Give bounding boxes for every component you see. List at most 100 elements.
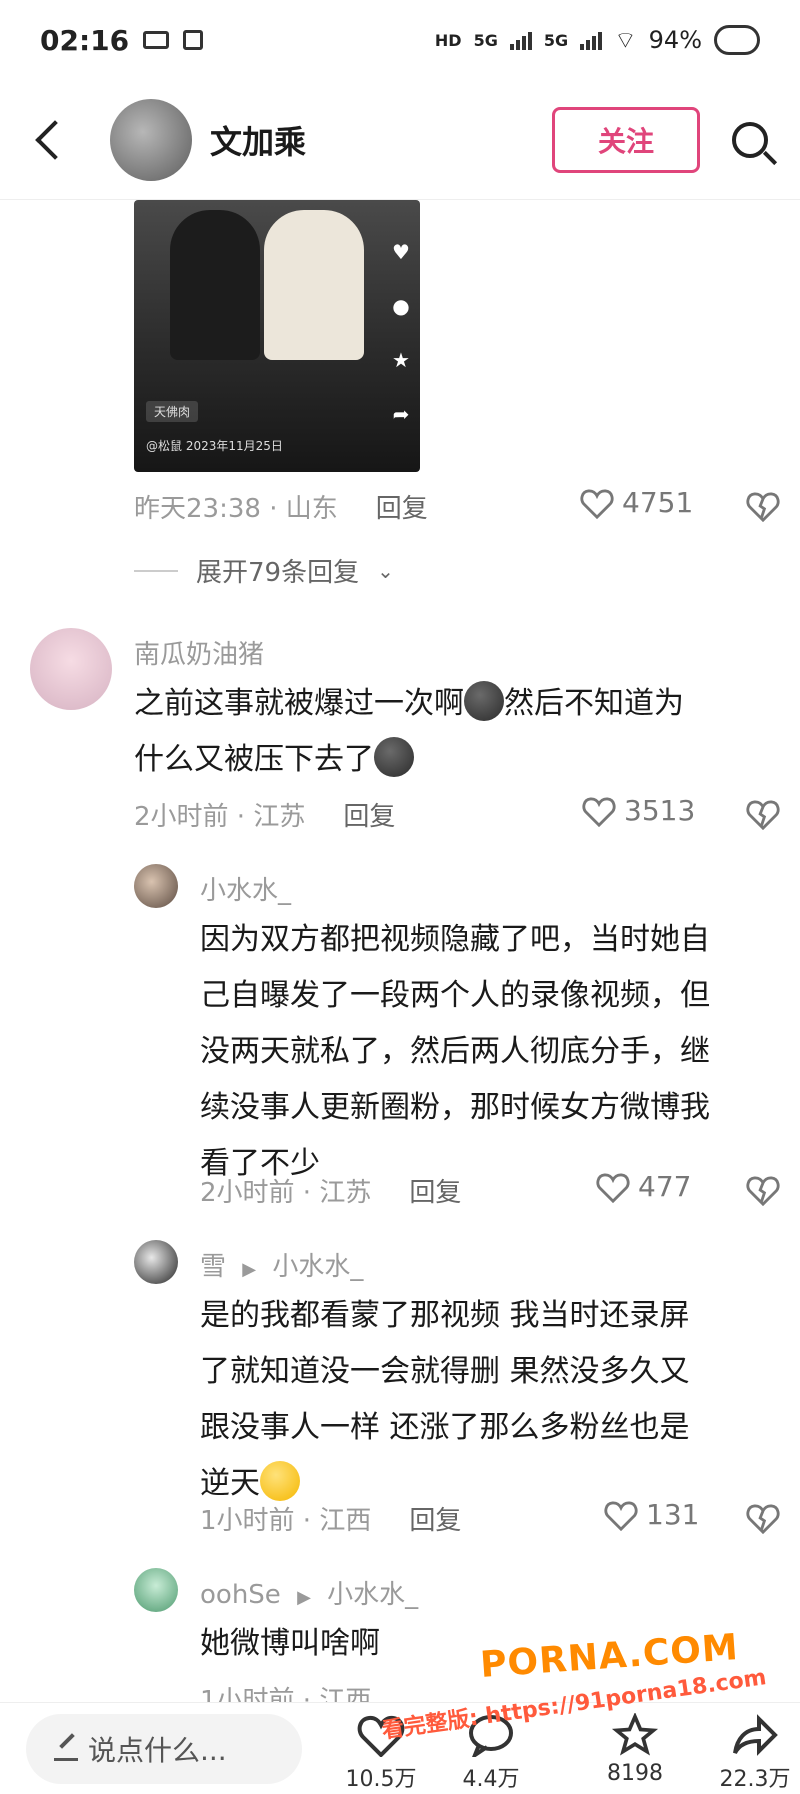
cloud-icon — [714, 25, 760, 55]
comment-body: 之前这事就被爆过一次啊 然后不知道为 什么又被压下去了 — [134, 676, 774, 788]
reply-line: 因为双方都把视频隐藏了吧，当时她自 — [200, 922, 710, 957]
heart-outline-icon — [582, 795, 616, 827]
reply-to-arrow-icon: ▶ — [242, 1259, 257, 1280]
reply-button[interactable]: 回复 — [376, 488, 428, 525]
like-count: 4751 — [622, 486, 694, 519]
reply-line: 续没事人更新圈粉，那时候女方微博我 — [200, 1090, 710, 1125]
like-button[interactable]: 4751 — [580, 486, 693, 519]
dislike-button[interactable] — [746, 490, 780, 523]
thumb-figure-right — [264, 210, 364, 360]
reply-line: 了就知道没一会就得删 果然没多久又 — [200, 1354, 690, 1389]
emoji-icon — [374, 737, 414, 777]
like-count: 131 — [646, 1498, 700, 1531]
favorite-total: 8198 — [607, 1761, 663, 1786]
comment-text-part3: 什么又被压下去了 — [134, 742, 374, 777]
comment-list[interactable]: ♥ ● ★ ➦ 天佛肉 @松鼠 2023年11月25日 昨天23:38 · 山东… — [0, 200, 800, 1702]
comment-video-thumbnail[interactable]: ♥ ● ★ ➦ 天佛肉 @松鼠 2023年11月25日 — [134, 200, 420, 472]
status-left: 02:16 — [40, 23, 204, 57]
battery-level: 94% — [648, 26, 702, 54]
expand-divider — [134, 569, 178, 572]
commenter-name[interactable]: 南瓜奶油猪 — [134, 634, 264, 671]
share-action[interactable]: 22.3万 — [710, 1713, 800, 1793]
chevron-down-icon: ⌄ — [377, 558, 394, 583]
like-count: 477 — [638, 1170, 692, 1203]
status-right: HD 5G 5G ⌔ 94% — [435, 25, 760, 55]
reply-header: 雪 ▶ 小水水_ — [200, 1246, 363, 1283]
app-notification-icon — [183, 30, 204, 50]
favorite-action[interactable]: 8198 — [590, 1713, 680, 1786]
wifi-icon: ⌔ — [614, 26, 637, 54]
reply-button[interactable]: 回复 — [409, 1172, 461, 1209]
signal-icon-2 — [580, 30, 603, 50]
reply-header: oohSe ▶ 小水水_ — [200, 1574, 418, 1611]
heart-outline-icon — [596, 1171, 630, 1203]
network-5g-1: 5G — [473, 30, 498, 50]
top-bar: 文加乘 关注 — [0, 80, 800, 200]
comment-meta: 2小时前 · 江苏 回复 — [134, 796, 395, 833]
replier-name[interactable]: 小水水_ — [200, 870, 291, 907]
dislike-button[interactable] — [746, 1502, 780, 1535]
author-avatar[interactable] — [110, 98, 192, 181]
reply-to-name[interactable]: 小水水_ — [327, 1580, 418, 1610]
reply-line: 己自曝发了一段两个人的录像视频，但 — [200, 978, 710, 1013]
hd-indicator: HD — [434, 30, 462, 50]
share-total: 22.3万 — [719, 1767, 791, 1792]
dislike-button[interactable] — [746, 798, 780, 831]
like-button[interactable]: 3513 — [582, 794, 695, 827]
reply-meta: 1小时前 · 江西 — [200, 1680, 371, 1702]
status-time: 02:16 — [40, 23, 130, 57]
replier-name[interactable]: 雪 — [200, 1252, 226, 1282]
replier-avatar[interactable] — [134, 1240, 178, 1284]
status-bar: 02:16 HD 5G 5G ⌔ 94% — [0, 0, 800, 80]
reply-button[interactable]: 回复 — [343, 796, 395, 833]
commenter-avatar[interactable] — [30, 628, 112, 710]
comment-text-part2: 然后不知道为 — [504, 686, 684, 721]
author-name[interactable]: 文加乘 — [210, 117, 552, 163]
comment-input-placeholder: 说点什么... — [88, 1733, 227, 1767]
reply-time-location: 1小时前 · 江西 — [200, 1506, 372, 1536]
like-action[interactable]: 10.5万 — [336, 1713, 426, 1793]
reply-to-arrow-icon: ▶ — [297, 1587, 311, 1608]
bottom-action-bar: 说点什么... 10.5万 4.4万 8198 22.3万 — [0, 1702, 800, 1794]
comment-bubble-icon — [469, 1715, 513, 1757]
reply-body: 她微博叫啥啊 — [200, 1616, 790, 1672]
comment-input[interactable]: 说点什么... — [26, 1713, 302, 1784]
follow-button[interactable]: 关注 — [552, 106, 700, 173]
comment-total: 4.4万 — [462, 1767, 520, 1792]
video-camera-icon — [143, 31, 170, 49]
like-button[interactable]: 477 — [596, 1170, 691, 1203]
back-button[interactable] — [0, 80, 100, 199]
reply-line: 没两天就私了，然后两人彻底分手，继 — [200, 1034, 710, 1069]
heart-outline-icon — [604, 1499, 638, 1531]
broken-heart-icon — [746, 1176, 780, 1207]
comment-action[interactable]: 4.4万 — [446, 1713, 536, 1793]
reply-line: 逆天 — [200, 1466, 260, 1501]
reply-meta: 2小时前 · 江苏 回复 — [200, 1172, 461, 1209]
signal-icon-1 — [509, 30, 532, 50]
reply-meta: 1小时前 · 江西 回复 — [200, 1500, 461, 1537]
replier-avatar[interactable] — [134, 864, 178, 908]
search-icon — [732, 121, 768, 158]
crying-laughing-emoji-icon — [260, 1461, 300, 1501]
pencil-icon — [54, 1737, 78, 1761]
reply-body: 是的我都看蒙了那视频 我当时还录屏 了就知道没一会就得删 果然没多久又 跟没事人… — [200, 1288, 790, 1512]
expand-replies-button[interactable]: 展开79条回复 ⌄ — [134, 552, 394, 589]
star-icon: ★ — [392, 348, 410, 372]
reply-line: 跟没事人一样 还涨了那么多粉丝也是 — [200, 1410, 690, 1445]
comment-time-location: 2小时前 · 江苏 — [134, 802, 306, 832]
thumb-side-icons: ♥ ● ★ ➦ — [388, 240, 414, 426]
share-arrow-icon — [733, 1714, 778, 1756]
replier-avatar[interactable] — [134, 1568, 178, 1612]
thumb-author-line: @松鼠 2023年11月25日 — [146, 439, 283, 453]
emoji-icon — [464, 681, 504, 721]
dislike-button[interactable] — [746, 1174, 780, 1207]
reply-to-name[interactable]: 小水水_ — [272, 1252, 363, 1282]
search-button[interactable] — [700, 80, 800, 199]
comment-meta: 昨天23:38 · 山东 回复 — [134, 488, 428, 525]
reply-button[interactable]: 回复 — [409, 1500, 461, 1537]
comment-time-location: 昨天23:38 · 山东 — [134, 494, 338, 524]
like-button[interactable]: 131 — [604, 1498, 699, 1531]
replier-name[interactable]: oohSe — [200, 1580, 281, 1610]
network-5g-2: 5G — [543, 30, 569, 50]
expand-replies-label: 展开79条回复 — [196, 558, 360, 588]
